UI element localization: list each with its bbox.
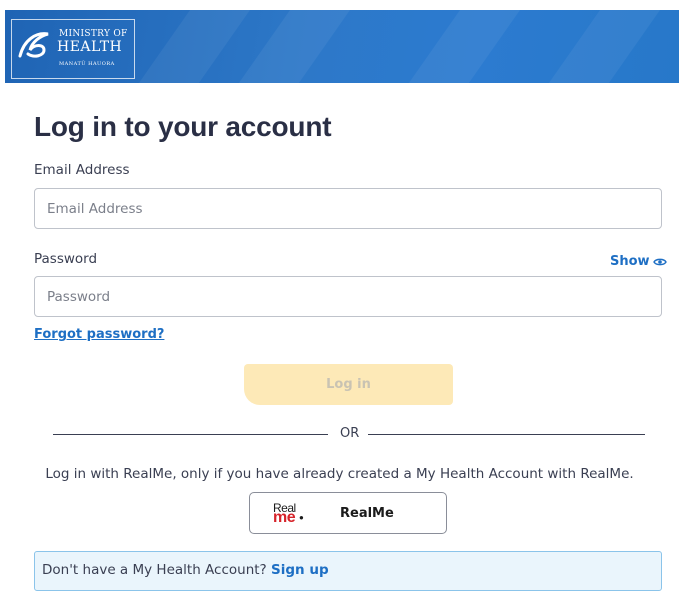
password-label: Password: [34, 251, 98, 267]
signup-link[interactable]: Sign up: [271, 562, 329, 578]
divider-line-left: [53, 434, 328, 435]
realme-login-button[interactable]: Real me ● RealMe: [249, 492, 447, 534]
show-password-toggle[interactable]: Show: [610, 254, 667, 269]
eye-icon: [652, 258, 667, 265]
email-label: Email Address: [34, 162, 130, 178]
logo-text-health: HEALTH: [57, 39, 123, 55]
signup-prompt: Don't have a My Health Account?: [42, 562, 267, 578]
logo-text-ministry: MINISTRY OF: [59, 29, 128, 39]
banner-stripe: [522, 10, 668, 83]
password-field[interactable]: [34, 276, 662, 317]
realme-button-label: RealMe: [340, 506, 394, 521]
signup-banner: Don't have a My Health Account? Sign up: [34, 551, 662, 591]
login-button[interactable]: Log in: [244, 364, 453, 405]
realme-logo: Real me ●: [272, 501, 306, 527]
signup-text: Don't have a My Health Account? Sign up: [42, 562, 329, 578]
realme-logo-bottom: me: [273, 509, 296, 526]
forgot-password-link[interactable]: Forgot password?: [34, 327, 164, 342]
ministry-of-health-logo[interactable]: MINISTRY OF HEALTH MANATŪ HAUORA: [11, 19, 135, 79]
page-title: Log in to your account: [34, 111, 332, 142]
logo-text-maori: MANATŪ HAUORA: [59, 61, 115, 67]
header-banner: MINISTRY OF HEALTH MANATŪ HAUORA: [5, 10, 679, 83]
koru-icon: [18, 32, 49, 58]
divider-line-right: [368, 434, 645, 435]
email-field[interactable]: [34, 188, 662, 229]
divider-or-text: OR: [340, 426, 360, 441]
show-password-label: Show: [610, 254, 650, 269]
banner-stripe: [382, 10, 528, 83]
realme-note: Log in with RealMe, only if you have alr…: [45, 466, 634, 482]
realme-logo-dot-icon: ●: [299, 513, 304, 522]
